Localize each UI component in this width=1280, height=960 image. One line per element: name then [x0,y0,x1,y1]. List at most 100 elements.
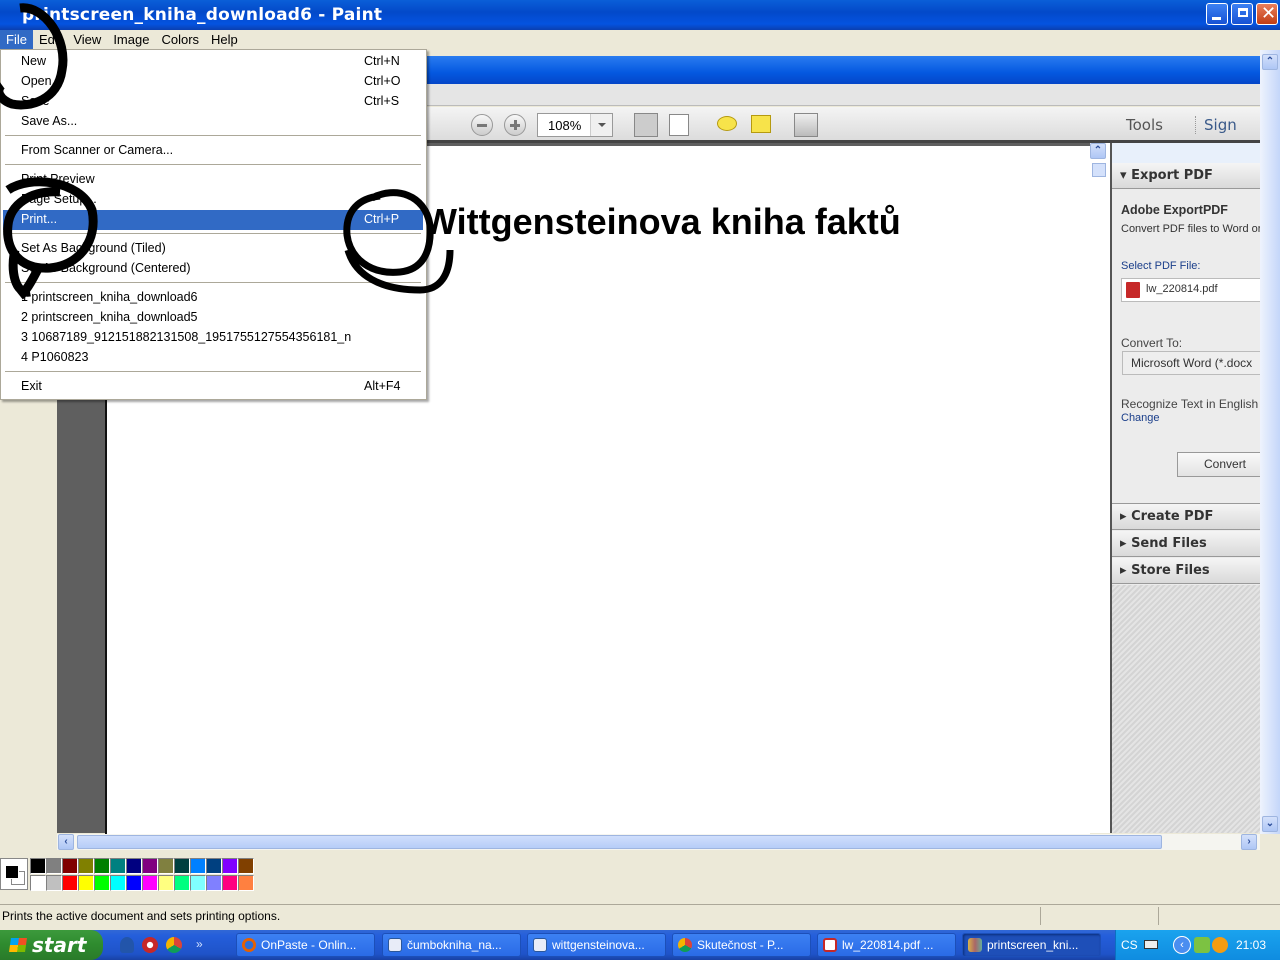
zoom-out-icon[interactable] [471,114,493,136]
start-button[interactable]: start [0,930,103,960]
tools-tab[interactable]: Tools [1126,116,1163,134]
color-swatch[interactable] [30,875,46,891]
convert-to-select[interactable]: Microsoft Word (*.docx [1122,351,1260,375]
menu-item-save[interactable]: Save Ctrl+S [3,92,423,112]
color-swatch[interactable] [158,858,174,874]
comment-icon[interactable] [717,116,737,131]
color-swatch[interactable] [190,858,206,874]
color-swatch[interactable] [78,875,94,891]
menu-item-print[interactable]: Print... Ctrl+P [3,210,423,230]
zoom-input[interactable]: 108% [537,113,613,137]
color-swatch[interactable] [62,875,78,891]
menu-item-set-background-tiled[interactable]: Set As Background (Tiled) [3,239,423,259]
color-swatch[interactable] [110,875,126,891]
color-swatch[interactable] [46,858,62,874]
menu-item-page-setup[interactable]: Page Setup... [3,190,423,210]
more-quick-launch-icon[interactable]: » [196,937,203,953]
language-indicator[interactable]: CS [1121,938,1138,952]
minimize-button[interactable] [1206,3,1228,25]
security-shield-icon[interactable] [1194,937,1210,953]
menu-item-label: Page Setup... [21,192,97,206]
color-swatch[interactable] [142,875,158,891]
menu-help[interactable]: Help [205,30,244,49]
color-swatch[interactable] [126,875,142,891]
color-swatch[interactable] [190,875,206,891]
menu-item-recent-1[interactable]: 1 printscreen_kniha_download6 [3,288,423,308]
quick-launch-browser-icon[interactable] [142,937,158,953]
taskbar-item-skutecnost[interactable]: Skutečnost - P... [672,933,811,957]
menu-item-print-preview[interactable]: Print Preview [3,170,423,190]
chrome-quick-launch-icon[interactable] [166,937,182,953]
full-screen-icon[interactable] [794,113,818,137]
scroll-left-button[interactable]: ‹ [58,834,74,850]
taskbar-item-wittgensteinova[interactable]: wittgensteinova... [527,933,666,957]
close-button[interactable]: ✕ [1256,3,1278,25]
canvas-scroll-up-button[interactable]: ⌃ [1262,54,1278,70]
keyboard-icon[interactable] [1144,940,1158,949]
menu-edit[interactable]: Edit [33,30,67,49]
menu-item-set-background-centered[interactable]: Set As Background (Centered) [3,259,423,279]
menu-item-exit[interactable]: Exit Alt+F4 [3,377,423,397]
color-swatch[interactable] [174,858,190,874]
menu-item-recent-4[interactable]: 4 P1060823 [3,348,423,368]
fit-page-icon[interactable] [669,114,689,136]
taskbar-item-pdf[interactable]: lw_220814.pdf ... [817,933,956,957]
color-swatch[interactable] [94,875,110,891]
horizontal-scroll-thumb[interactable] [77,835,1162,849]
color-swatch[interactable] [30,858,46,874]
export-pdf-header[interactable]: ▾ Export PDF [1112,163,1260,189]
menu-file[interactable]: File [0,30,33,49]
canvas-vertical-scrollbar[interactable]: ⌃ ⌄ [1260,50,1280,834]
menu-view[interactable]: View [67,30,107,49]
menu-item-from-scanner[interactable]: From Scanner or Camera... [3,141,423,161]
taskbar-item-cumbokniha[interactable]: čumbokniha_na... [382,933,521,957]
color-swatch[interactable] [126,858,142,874]
create-pdf-section[interactable]: ▸ Create PDF [1112,504,1260,530]
canvas-scroll-down-button[interactable]: ⌄ [1262,816,1278,832]
current-colors[interactable] [0,858,28,890]
zoom-in-icon[interactable] [504,114,526,136]
zoom-dropdown-icon[interactable] [590,114,612,136]
color-swatch[interactable] [222,858,238,874]
taskbar-item-paint[interactable]: printscreen_kni... [962,933,1101,957]
color-swatch[interactable] [78,858,94,874]
restore-button[interactable] [1231,3,1253,25]
menu-item-new[interactable]: New Ctrl+N [3,52,423,72]
scroll-right-button[interactable]: › [1241,834,1257,850]
color-swatch[interactable] [206,875,222,891]
avast-icon[interactable] [1212,937,1228,953]
color-swatch[interactable] [158,875,174,891]
color-swatch[interactable] [94,858,110,874]
menu-item-recent-2[interactable]: 2 printscreen_kniha_download5 [3,308,423,328]
color-swatch[interactable] [206,858,222,874]
canvas-horizontal-scrollbar[interactable]: ‹ › [57,834,1260,850]
fit-width-icon[interactable] [634,113,658,137]
color-swatch[interactable] [174,875,190,891]
color-swatch[interactable] [238,875,254,891]
taskbar-item-onpaste[interactable]: OnPaste - Onlin... [236,933,375,957]
color-swatch[interactable] [110,858,126,874]
quick-launch-app-icon[interactable] [120,937,134,953]
store-files-section[interactable]: ▸ Store Files [1112,558,1260,584]
scroll-up-button[interactable]: ⌃ [1090,143,1106,159]
menu-item-recent-3[interactable]: 3 10687189_912151882131508_1951755127554… [3,328,423,348]
color-swatch[interactable] [222,875,238,891]
selected-file-field[interactable]: lw_220814.pdf [1121,278,1260,302]
color-swatch[interactable] [62,858,78,874]
menu-item-save-as[interactable]: Save As... [3,112,423,132]
change-link[interactable]: Change [1121,412,1160,424]
menu-colors[interactable]: Colors [155,30,205,49]
color-swatch[interactable] [238,858,254,874]
scroll-thumb[interactable] [1092,163,1106,177]
show-hidden-icons-button[interactable]: ‹ [1173,936,1191,954]
menu-image[interactable]: Image [107,30,155,49]
highlight-text-icon[interactable] [751,115,771,133]
menu-item-open[interactable]: Open... Ctrl+O [3,72,423,92]
convert-button[interactable]: Convert [1177,452,1260,477]
send-files-section[interactable]: ▸ Send Files [1112,531,1260,557]
color-swatch[interactable] [46,875,62,891]
foreground-color-swatch[interactable] [5,865,19,879]
sign-tab[interactable]: Sign [1195,116,1237,134]
pdf-vertical-scrollbar[interactable]: ⌃ [1090,143,1110,833]
color-swatch[interactable] [142,858,158,874]
